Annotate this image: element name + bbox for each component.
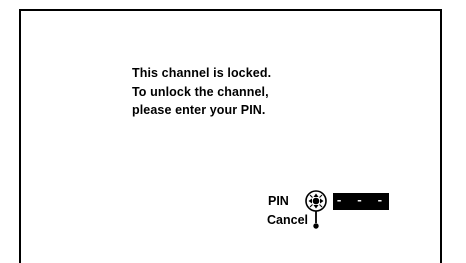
tv-screen-frame [19, 9, 442, 263]
pin-label: PIN [268, 194, 289, 208]
lock-message-line-2: To unlock the channel, [132, 84, 269, 99]
cancel-option[interactable]: Cancel [267, 213, 308, 227]
lock-message-line-1: This channel is locked. [132, 66, 272, 80]
pin-entry-field[interactable]: - - - - [333, 193, 389, 225]
lock-message: This channel is locked. To unlock the ch… [132, 64, 332, 120]
remote-navigation-pad-icon [305, 190, 327, 229]
lock-message-line-3: please enter your PIN. [132, 103, 266, 117]
